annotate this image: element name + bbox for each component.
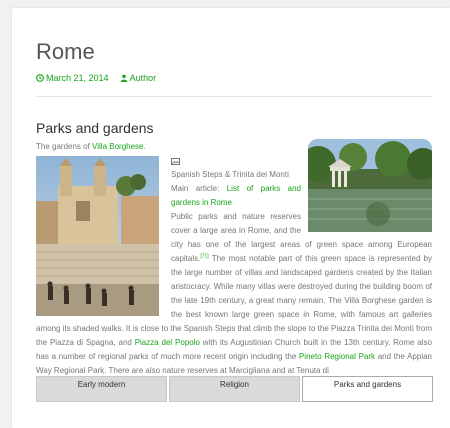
- villa-borghese-link[interactable]: Villa Borghese: [92, 142, 143, 151]
- piazza-del-popolo-link[interactable]: Piazza del Popolo: [135, 338, 200, 347]
- clock-icon: [36, 74, 44, 82]
- tab-parks-and-gardens[interactable]: Parks and gardens: [302, 376, 433, 402]
- post-author[interactable]: Author: [120, 73, 157, 83]
- section-subtitle: The gardens of Villa Borghese.: [36, 142, 146, 151]
- page-title: Rome: [36, 39, 95, 64]
- pineto-park-link[interactable]: Pineto Regional Park: [299, 352, 375, 361]
- user-icon: [120, 74, 127, 82]
- subtitle-end: .: [143, 142, 146, 151]
- post-date[interactable]: March 21, 2014: [36, 73, 111, 83]
- post-date-text: March 21, 2014: [46, 73, 109, 83]
- section-tabs: Early modern Religion Parks and gardens: [36, 376, 433, 402]
- article-body: Spanish Steps & Trinita dei Monti Main a…: [36, 168, 432, 378]
- article-card: Rome March 21, 2014 Author Parks and gar…: [12, 8, 450, 428]
- tab-religion[interactable]: Religion: [169, 376, 300, 402]
- subtitle-text: The gardens of: [36, 142, 93, 151]
- image-caption: Spanish Steps & Trinita dei Monti: [171, 170, 289, 179]
- image-icon: [171, 158, 180, 165]
- tab-early-modern[interactable]: Early modern: [36, 376, 167, 402]
- post-author-text: Author: [129, 73, 157, 83]
- main-article-label: Main article:: [171, 184, 227, 193]
- post-meta: March 21, 2014 Author: [36, 73, 156, 83]
- citation-link[interactable]: [71]: [200, 253, 208, 259]
- divider: [36, 96, 432, 97]
- section-heading: Parks and gardens: [36, 120, 154, 136]
